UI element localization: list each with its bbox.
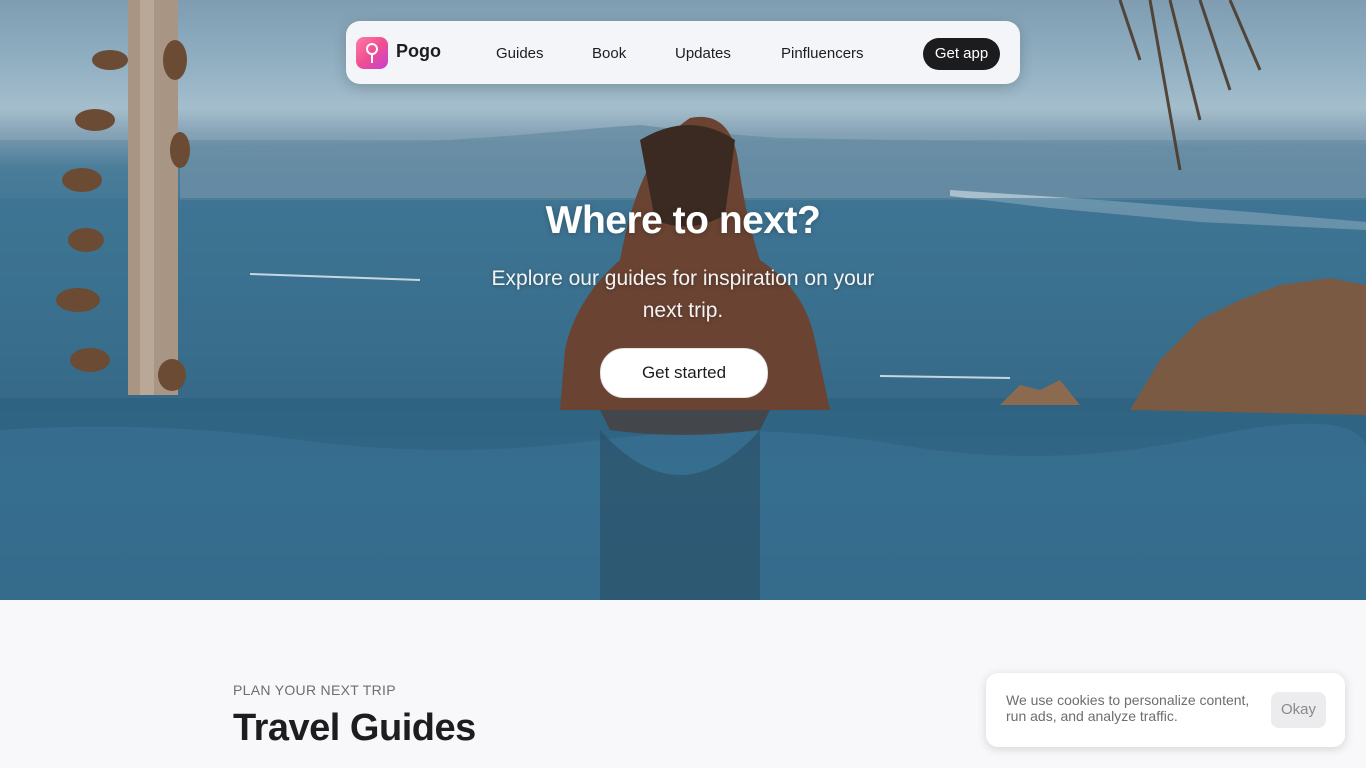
top-navigation-bar: Pogo Guides Book Updates Pinfluencers Ge…: [346, 21, 1020, 84]
nav-link-guides[interactable]: Guides: [496, 45, 544, 62]
hero-title: Where to next?: [545, 199, 821, 242]
cookie-message: We use cookies to personalize content, r…: [1006, 692, 1250, 724]
nav-link-updates[interactable]: Updates: [675, 45, 731, 62]
nav-link-book[interactable]: Book: [592, 45, 626, 62]
section-title: Travel Guides: [233, 707, 476, 749]
pogo-pin-icon[interactable]: [356, 37, 388, 69]
get-started-button[interactable]: Get started: [600, 348, 768, 398]
cookie-okay-button[interactable]: Okay: [1271, 692, 1326, 728]
hero-subtitle: Explore our guides for inspiration on yo…: [491, 267, 875, 322]
hero-section: Pogo Guides Book Updates Pinfluencers Ge…: [0, 0, 1366, 600]
cookie-banner: We use cookies to personalize content, r…: [986, 673, 1345, 747]
pin-icon: [366, 43, 378, 63]
nav-link-pinfluencers[interactable]: Pinfluencers: [781, 45, 864, 62]
section-eyebrow: PLAN YOUR NEXT TRIP: [233, 682, 396, 698]
brand-name[interactable]: Pogo: [396, 41, 441, 62]
get-app-button[interactable]: Get app: [923, 38, 1000, 70]
